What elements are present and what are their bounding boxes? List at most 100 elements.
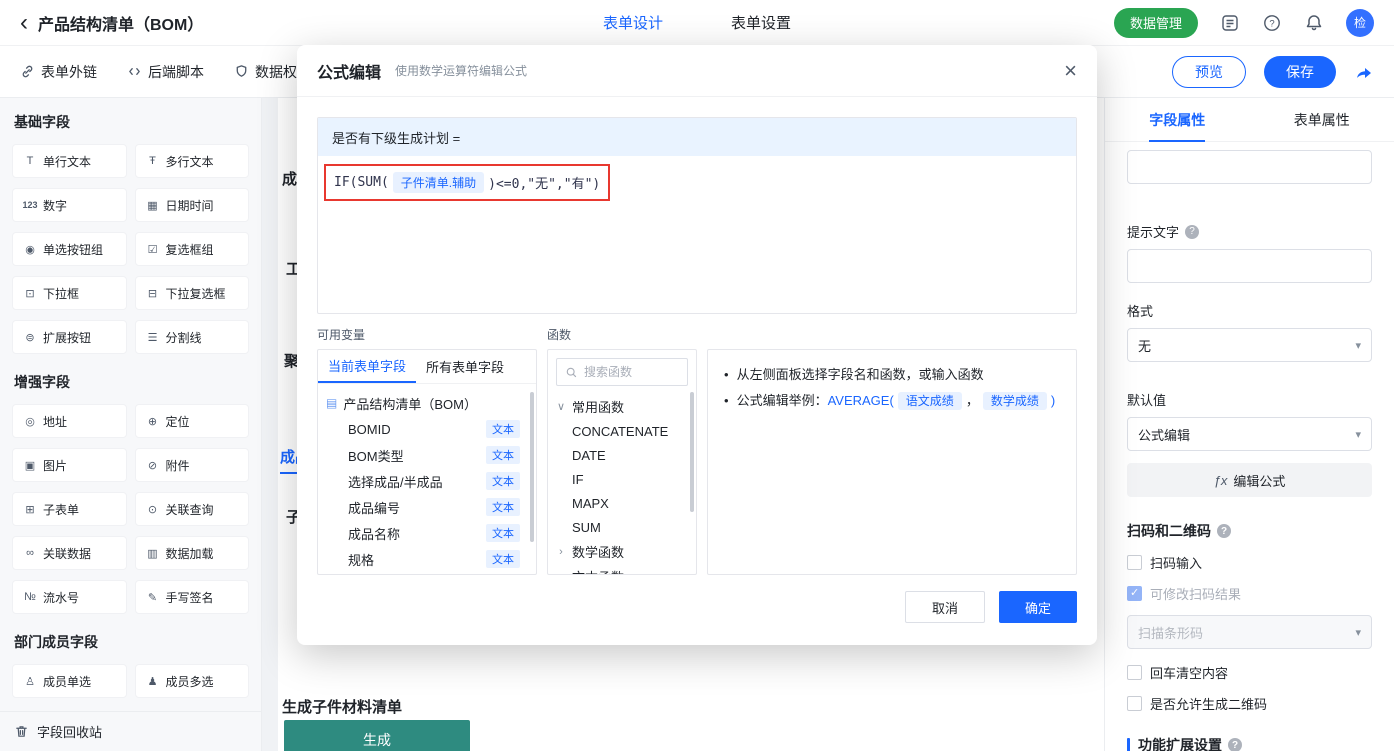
variable-name: BOM类型 bbox=[348, 448, 404, 464]
function-search-input[interactable] bbox=[584, 365, 674, 379]
help-icon[interactable]: ? bbox=[1262, 13, 1282, 33]
function-item-if[interactable]: IF bbox=[556, 467, 688, 491]
checkbox-editable-scan-result[interactable]: 可修改扫码结果 bbox=[1127, 584, 1372, 603]
variable-row[interactable]: 成品名称 文本 bbox=[326, 520, 532, 546]
field-item-single-text[interactable]: T 单行文本 bbox=[12, 144, 127, 178]
generate-button[interactable]: 生成 bbox=[284, 720, 470, 751]
help-icon[interactable]: ? bbox=[1185, 224, 1200, 239]
variable-row[interactable]: BOM类型 文本 bbox=[326, 442, 532, 468]
edit-formula-button[interactable]: ƒx 编辑公式 bbox=[1127, 463, 1372, 497]
variable-row[interactable]: 选择成品/半成品 文本 bbox=[326, 468, 532, 494]
field-item-member-multi[interactable]: ♟ 成员多选 bbox=[134, 664, 249, 698]
field-item-attachment[interactable]: ⊘ 附件 bbox=[134, 448, 249, 482]
hint-text-label-text: 提示文字 bbox=[1127, 225, 1180, 240]
help-line-1: • 从左侧面板选择字段名和函数，或输入函数 bbox=[724, 362, 1060, 388]
field-item-data-load[interactable]: ▥ 数据加载 bbox=[134, 536, 249, 570]
chevron-down-icon: ▾ bbox=[1355, 339, 1361, 352]
field-item-subform[interactable]: ⊞ 子表单 bbox=[12, 492, 127, 526]
cancel-button[interactable]: 取消 bbox=[904, 591, 985, 623]
confirm-button[interactable]: 确定 bbox=[998, 591, 1077, 623]
field-item-number[interactable]: 123 数字 bbox=[12, 188, 127, 222]
field-item-signature[interactable]: ✎ 手写签名 bbox=[134, 580, 249, 614]
help-icon[interactable]: ? bbox=[1228, 738, 1242, 751]
default-value-select[interactable]: 公式编辑 ▾ bbox=[1127, 417, 1372, 451]
field-item-member-single[interactable]: ♙ 成员单选 bbox=[12, 664, 127, 698]
preview-button[interactable]: 预览 bbox=[1172, 55, 1246, 88]
chevron-down-icon: ▾ bbox=[1355, 626, 1361, 639]
avatar[interactable]: 检 bbox=[1346, 8, 1374, 37]
field-item-extend-button[interactable]: ⊜ 扩展按钮 bbox=[12, 320, 127, 354]
tab-current-form-fields[interactable]: 当前表单字段 bbox=[318, 350, 417, 383]
tab-field-properties[interactable]: 字段属性 bbox=[1105, 98, 1250, 141]
function-item-date[interactable]: DATE bbox=[556, 443, 688, 467]
format-select-value: 无 bbox=[1138, 338, 1152, 354]
field-item-select[interactable]: ⊡ 下拉框 bbox=[12, 276, 127, 310]
app-panel-icon[interactable] bbox=[1220, 13, 1240, 33]
function-group-math[interactable]: › 数学函数 bbox=[556, 539, 688, 564]
field-item-location[interactable]: ⊕ 定位 bbox=[134, 404, 249, 438]
toolbar-item-label: 表单外链 bbox=[41, 63, 97, 80]
variables-label: 可用变量 bbox=[317, 328, 366, 342]
tab-all-form-fields[interactable]: 所有表单字段 bbox=[416, 350, 514, 383]
field-item-checkbox-group[interactable]: ☑ 复选框组 bbox=[134, 232, 249, 266]
field-item-image[interactable]: ▣ 图片 bbox=[12, 448, 127, 482]
field-item-label: 数字 bbox=[43, 198, 68, 213]
functions-label: 函数 bbox=[547, 328, 572, 342]
modal-subtitle: 使用数学运算符编辑公式 bbox=[395, 64, 528, 78]
formula-field-tag[interactable]: 子件清单.辅助 bbox=[392, 172, 485, 193]
help-text: 从左侧面板选择字段名和函数，或输入函数 bbox=[736, 367, 984, 382]
tab-form-properties[interactable]: 表单属性 bbox=[1250, 98, 1394, 141]
svg-text:?: ? bbox=[1269, 18, 1274, 29]
close-icon[interactable]: × bbox=[1064, 59, 1077, 82]
field-item-serial-number[interactable]: № 流水号 bbox=[12, 580, 127, 614]
format-label-text: 格式 bbox=[1127, 304, 1154, 319]
function-group-text[interactable]: › 文本函数 bbox=[556, 564, 688, 574]
section-title-enhanced-fields: 增强字段 bbox=[14, 374, 70, 390]
share-icon[interactable] bbox=[1354, 62, 1374, 82]
signature-icon: ✎ bbox=[147, 591, 158, 604]
field-item-related-data[interactable]: ∞ 关联数据 bbox=[12, 536, 127, 570]
save-button[interactable]: 保存 bbox=[1264, 55, 1336, 88]
toolbar-actions: 预览 保存 bbox=[1172, 55, 1374, 88]
field-recycle-bin[interactable]: 字段回收站 bbox=[0, 711, 261, 751]
file-icon: ▤ bbox=[326, 396, 338, 410]
location-icon: ⊕ bbox=[147, 415, 158, 428]
bullet-icon: • bbox=[724, 393, 729, 408]
scan-mode-select[interactable]: 扫描条形码 ▾ bbox=[1127, 615, 1372, 649]
checkbox-allow-qrcode[interactable]: 是否允许生成二维码 bbox=[1127, 694, 1372, 713]
data-manage-button[interactable]: 数据管理 bbox=[1113, 7, 1198, 38]
toolbar-item-backend-script[interactable]: 后端脚本 bbox=[127, 62, 204, 82]
field-item-address[interactable]: ◎ 地址 bbox=[12, 404, 127, 438]
back-icon[interactable]: ‹ bbox=[20, 10, 28, 35]
toolbar-item-external-link[interactable]: 表单外链 bbox=[20, 62, 97, 82]
bell-icon[interactable] bbox=[1304, 13, 1324, 33]
field-item-multi-text[interactable]: Ŧ 多行文本 bbox=[134, 144, 249, 178]
scrollbar[interactable] bbox=[530, 392, 534, 542]
format-select[interactable]: 无 ▾ bbox=[1127, 328, 1372, 362]
field-item-related-query[interactable]: ⊙ 关联查询 bbox=[134, 492, 249, 526]
field-item-radio-group[interactable]: ◉ 单选按钮组 bbox=[12, 232, 127, 266]
field-item-divider[interactable]: ☰ 分割线 bbox=[134, 320, 249, 354]
scrollbar[interactable] bbox=[690, 392, 694, 512]
serial-number-icon: № bbox=[24, 591, 36, 603]
radio-icon: ◉ bbox=[25, 243, 35, 256]
variables-root-node[interactable]: ▤ 产品结构清单（BOM） bbox=[326, 390, 532, 416]
tab-form-settings[interactable]: 表单设置 bbox=[731, 12, 791, 33]
variable-row[interactable]: 规格 文本 bbox=[326, 546, 532, 572]
function-group-common[interactable]: ∨ 常用函数 bbox=[556, 394, 688, 419]
function-item-concatenate[interactable]: CONCATENATE bbox=[556, 419, 688, 443]
function-item-sum[interactable]: SUM bbox=[556, 515, 688, 539]
variable-row[interactable]: 成品编号 文本 bbox=[326, 494, 532, 520]
checkbox-clear-on-enter[interactable]: 回车清空内容 bbox=[1127, 663, 1372, 682]
field-name-input[interactable] bbox=[1127, 150, 1372, 184]
function-item-mapx[interactable]: MAPX bbox=[556, 491, 688, 515]
variable-row[interactable]: BOMID 文本 bbox=[326, 416, 532, 442]
tab-form-design[interactable]: 表单设计 bbox=[603, 12, 663, 33]
field-item-datetime[interactable]: ▦ 日期时间 bbox=[134, 188, 249, 222]
help-icon[interactable]: ? bbox=[1217, 524, 1231, 538]
checkbox-scan-input[interactable]: 扫码输入 bbox=[1127, 553, 1372, 572]
hint-text-input[interactable] bbox=[1127, 249, 1372, 283]
checkbox-label: 是否允许生成二维码 bbox=[1150, 697, 1268, 712]
field-item-multi-select[interactable]: ⊟ 下拉复选框 bbox=[134, 276, 249, 310]
formula-input-area[interactable]: IF(SUM( 子件清单.辅助 )<=0,"无","有") bbox=[318, 156, 1076, 313]
